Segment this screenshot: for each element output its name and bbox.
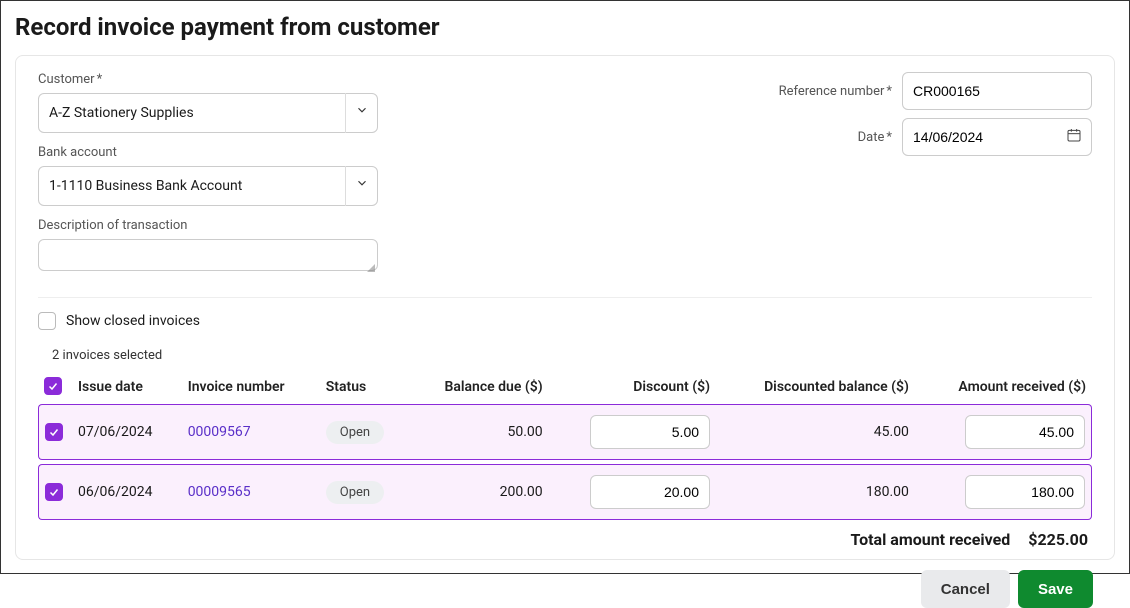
bank-account-value: 1-1110 Business Bank Account bbox=[49, 178, 345, 194]
bank-account-label: Bank account bbox=[38, 145, 378, 160]
col-amount-received: Amount received ($) bbox=[915, 369, 1092, 404]
show-closed-checkbox[interactable] bbox=[38, 312, 56, 330]
cell-discounted-balance: 45.00 bbox=[716, 404, 915, 460]
cell-balance-due: 200.00 bbox=[409, 464, 549, 520]
description-label: Description of transaction bbox=[38, 218, 378, 233]
total-row: Total amount received $225.00 bbox=[38, 530, 1092, 549]
discount-input[interactable] bbox=[590, 475, 710, 509]
total-label: Total amount received bbox=[851, 530, 1011, 549]
bank-account-field: Bank account 1-1110 Business Bank Accoun… bbox=[38, 145, 378, 206]
page-title: Record invoice payment from customer bbox=[15, 13, 1115, 41]
invoice-link[interactable]: 00009567 bbox=[188, 424, 251, 440]
divider bbox=[38, 297, 1092, 298]
total-amount: $225.00 bbox=[1028, 530, 1088, 549]
cell-issue-date: 06/06/2024 bbox=[72, 464, 182, 520]
description-input[interactable] bbox=[38, 239, 378, 271]
row-checkbox[interactable] bbox=[45, 423, 63, 441]
status-badge: Open bbox=[326, 481, 384, 504]
amount-received-input[interactable] bbox=[965, 475, 1085, 509]
col-invoice-number: Invoice number bbox=[182, 369, 320, 404]
cancel-button[interactable]: Cancel bbox=[921, 570, 1010, 608]
date-input[interactable] bbox=[902, 118, 1092, 156]
save-button[interactable]: Save bbox=[1018, 570, 1093, 608]
discount-input[interactable] bbox=[590, 415, 710, 449]
reference-field: Reference number bbox=[722, 72, 1092, 110]
table-row: 06/06/2024 00009565 Open 200.00 180.00 bbox=[38, 464, 1092, 520]
date-field: Date bbox=[722, 118, 1092, 156]
cell-balance-due: 50.00 bbox=[409, 404, 549, 460]
status-badge: Open bbox=[326, 421, 384, 444]
selected-count: 2 invoices selected bbox=[52, 348, 1092, 363]
show-closed-row: Show closed invoices bbox=[38, 312, 1092, 330]
invoice-link[interactable]: 00009565 bbox=[188, 484, 251, 500]
chevron-down-icon bbox=[345, 166, 377, 206]
col-balance-due: Balance due ($) bbox=[409, 369, 549, 404]
show-closed-label: Show closed invoices bbox=[66, 313, 200, 329]
footer-buttons: Cancel Save bbox=[15, 570, 1115, 608]
customer-value: A-Z Stationery Supplies bbox=[49, 105, 345, 121]
col-status: Status bbox=[320, 369, 409, 404]
customer-select[interactable]: A-Z Stationery Supplies bbox=[38, 93, 378, 133]
col-discounted-balance: Discounted balance ($) bbox=[716, 369, 915, 404]
invoice-table: Issue date Invoice number Status Balance… bbox=[38, 369, 1092, 520]
table-row: 07/06/2024 00009567 Open 50.00 45.00 bbox=[38, 404, 1092, 460]
customer-label: Customer bbox=[38, 72, 378, 87]
chevron-down-icon bbox=[345, 93, 377, 133]
description-field: Description of transaction bbox=[38, 218, 378, 275]
col-discount: Discount ($) bbox=[549, 369, 716, 404]
payment-card: Customer A-Z Stationery Supplies Bank ac… bbox=[15, 55, 1115, 560]
col-issue-date: Issue date bbox=[72, 369, 182, 404]
reference-input[interactable] bbox=[902, 72, 1092, 110]
cell-discounted-balance: 180.00 bbox=[716, 464, 915, 520]
bank-account-select[interactable]: 1-1110 Business Bank Account bbox=[38, 166, 378, 206]
row-checkbox[interactable] bbox=[45, 483, 63, 501]
reference-label: Reference number bbox=[779, 84, 892, 99]
select-all-checkbox[interactable] bbox=[44, 377, 62, 395]
customer-field: Customer A-Z Stationery Supplies bbox=[38, 72, 378, 133]
cell-issue-date: 07/06/2024 bbox=[72, 404, 182, 460]
date-label: Date bbox=[858, 130, 892, 145]
amount-received-input[interactable] bbox=[965, 415, 1085, 449]
